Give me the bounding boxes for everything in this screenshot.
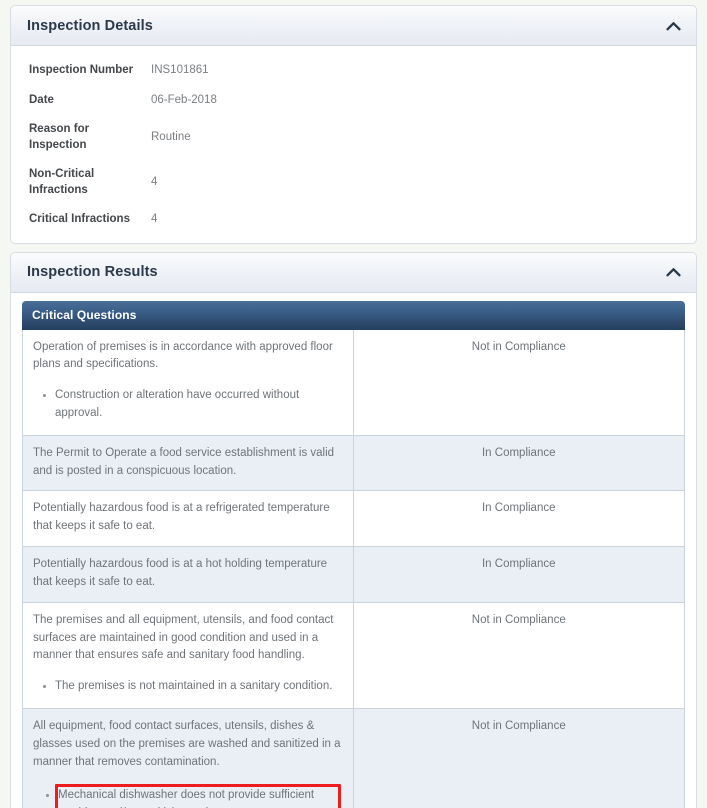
infraction-item: The premises is not maintained in a sani… bbox=[43, 678, 341, 696]
detail-value: 4 bbox=[151, 175, 158, 188]
question-cell: Operation of premises is in accordance w… bbox=[22, 329, 354, 436]
detail-label: Critical Infractions bbox=[29, 213, 130, 226]
inspection-report-page: Inspection Details Inspection Number INS… bbox=[0, 5, 707, 808]
status-badge: Not in Compliance bbox=[353, 708, 685, 808]
section-title: Inspection Results bbox=[27, 264, 158, 281]
question-cell: All equipment, food contact surfaces, ut… bbox=[22, 708, 354, 808]
critical-questions-table: Critical Questions Operation of premises… bbox=[22, 300, 685, 808]
table-row: The premises and all equipment, utensils… bbox=[22, 602, 685, 709]
infraction-list: The premises is not maintained in a sani… bbox=[33, 678, 341, 696]
detail-row-reason-for-inspection: Reason for Inspection Routine bbox=[11, 115, 696, 160]
question-text: Potentially hazardous food is at a refri… bbox=[33, 502, 330, 533]
inspection-details-header[interactable]: Inspection Details bbox=[11, 6, 696, 46]
question-text: Operation of premises is in accordance w… bbox=[33, 340, 333, 371]
detail-row-date: Date 06-Feb-2018 bbox=[11, 86, 696, 116]
infraction-list: Construction or alteration have occurred… bbox=[33, 387, 341, 423]
question-text: The premises and all equipment, utensils… bbox=[33, 613, 334, 662]
status-badge: In Compliance bbox=[353, 491, 685, 548]
status-badge: Not in Compliance bbox=[353, 602, 685, 709]
inspection-results-panel: Inspection Results Critical Questions Op… bbox=[10, 251, 697, 808]
detail-value: 06-Feb-2018 bbox=[151, 93, 217, 106]
inspection-details-list: Inspection Number INS101861 Date 06-Feb-… bbox=[11, 56, 696, 235]
page-title: Inspection Details bbox=[27, 17, 153, 34]
detail-row-inspection-number: Inspection Number INS101861 bbox=[11, 56, 696, 86]
question-text: Potentially hazardous food is at a hot h… bbox=[33, 558, 328, 588]
question-cell: The Permit to Operate a food service est… bbox=[22, 435, 354, 492]
status-badge: In Compliance bbox=[353, 547, 685, 603]
table-header-row: Critical Questions bbox=[22, 300, 685, 330]
table-row: Operation of premises is in accordance w… bbox=[22, 329, 685, 436]
status-badge: In Compliance bbox=[353, 435, 685, 492]
chevron-up-icon[interactable] bbox=[664, 17, 682, 35]
detail-row-critical-infractions: Critical Infractions 4 bbox=[11, 205, 696, 235]
infraction-list: Mechanical dishwasher does not provide s… bbox=[33, 784, 341, 808]
chevron-up-icon[interactable] bbox=[664, 263, 682, 281]
table-row: The Permit to Operate a food service est… bbox=[22, 435, 685, 492]
question-cell: Potentially hazardous food is at a hot h… bbox=[22, 547, 354, 603]
inspection-details-body: Inspection Number INS101861 Date 06-Feb-… bbox=[11, 46, 696, 243]
inspection-results-body: Critical Questions Operation of premises… bbox=[11, 293, 696, 808]
detail-value: INS101861 bbox=[151, 64, 209, 76]
detail-label: Date bbox=[29, 93, 54, 106]
inspection-results-header[interactable]: Inspection Results bbox=[11, 252, 696, 293]
question-cell: The premises and all equipment, utensils… bbox=[22, 602, 354, 709]
detail-label: Non-Critical Infractions bbox=[29, 168, 95, 196]
table-row: All equipment, food contact surfaces, ut… bbox=[22, 708, 685, 808]
question-text: The Permit to Operate a food service est… bbox=[33, 446, 335, 477]
table-row: Potentially hazardous food is at a refri… bbox=[22, 491, 685, 548]
question-text: All equipment, food contact surfaces, ut… bbox=[33, 719, 341, 768]
inspection-details-panel: Inspection Details Inspection Number INS… bbox=[10, 5, 697, 244]
table-row: Potentially hazardous food is at a hot h… bbox=[22, 547, 685, 603]
detail-label: Inspection Number bbox=[29, 64, 134, 76]
detail-value: Routine bbox=[151, 130, 191, 143]
detail-value: 4 bbox=[151, 213, 158, 226]
status-badge: Not in Compliance bbox=[353, 329, 685, 436]
table-header-critical-questions: Critical Questions bbox=[22, 300, 685, 330]
detail-label: Reason for Inspection bbox=[29, 123, 90, 151]
detail-row-non-critical-infractions: Non-Critical Infractions 4 bbox=[11, 160, 696, 205]
infraction-item: Construction or alteration have occurred… bbox=[43, 387, 341, 423]
infraction-item-highlighted: Mechanical dishwasher does not provide s… bbox=[46, 784, 341, 808]
question-cell: Potentially hazardous food is at a refri… bbox=[22, 491, 354, 548]
